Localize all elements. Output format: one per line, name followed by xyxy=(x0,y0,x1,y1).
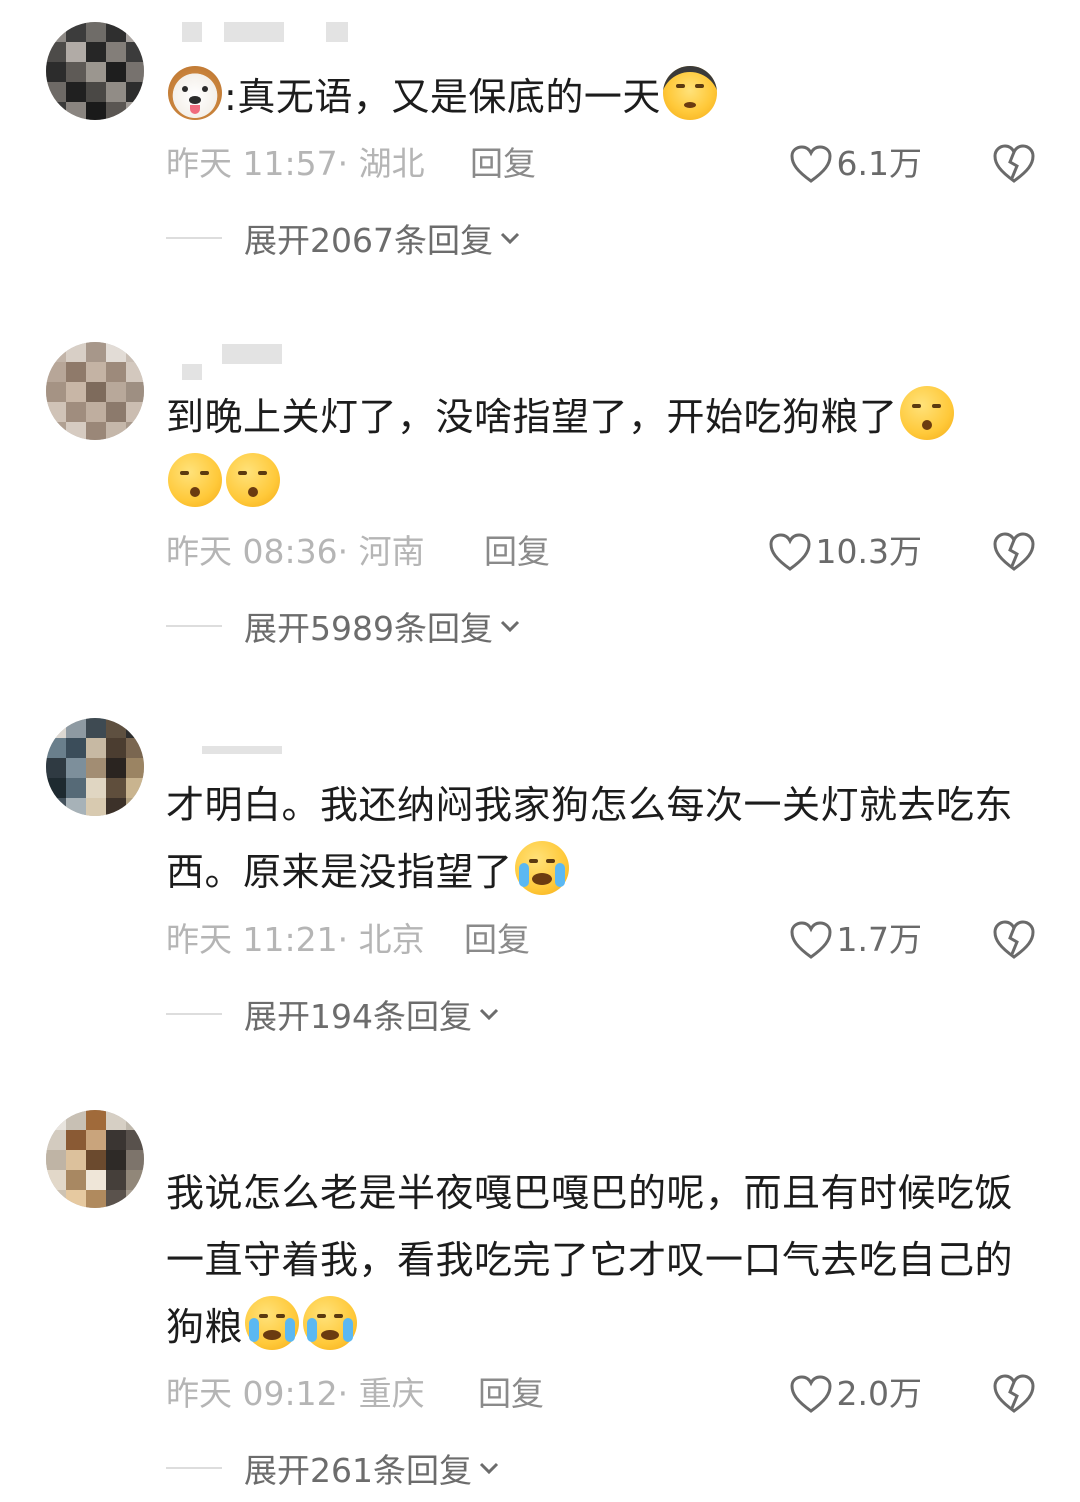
broken-heart-icon[interactable] xyxy=(992,1372,1036,1414)
like-button[interactable]: 2.0万 xyxy=(789,1370,922,1418)
crying-emoji xyxy=(303,1296,358,1350)
comment-text: 我说怎么老是半夜嘎巴嘎巴的呢，而且有时候吃饭一直守着我，看我吃完了它才叹一口气去… xyxy=(166,1160,1036,1361)
reply-button[interactable]: 回复 xyxy=(478,1370,544,1418)
divider-line xyxy=(166,1467,222,1469)
expand-replies-label: 展开261条回复 xyxy=(244,1451,472,1490)
crying-emoji xyxy=(245,1296,300,1350)
chevron-down-icon xyxy=(479,1462,499,1475)
comment-item: 我说怎么老是半夜嘎巴嘎巴的呢，而且有时候吃饭一直守着我，看我吃完了它才叹一口气去… xyxy=(0,0,1080,1502)
comment-time-location: 昨天 09:12· 重庆 xyxy=(166,1374,425,1413)
comment-meta: 昨天 09:12· 重庆 回复 2.0万 xyxy=(166,1370,1046,1418)
avatar[interactable] xyxy=(46,1110,144,1208)
like-count: 2.0万 xyxy=(836,1374,922,1413)
heart-icon xyxy=(790,1375,832,1413)
expand-replies-button[interactable]: 展开261条回复 xyxy=(166,1446,502,1490)
